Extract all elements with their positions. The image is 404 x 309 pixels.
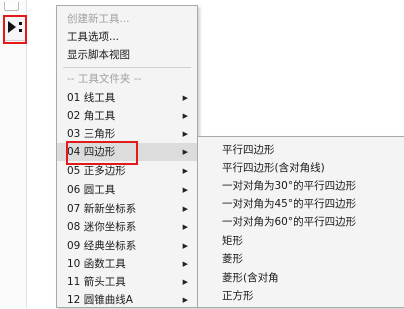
folder-label: 09 经典坐标系 [67,240,137,252]
submenu-item-parallelogram-diagonals[interactable]: 平行四边形(含对角线) [198,159,403,177]
submenu-arrow-icon: ▶ [182,148,188,156]
quadrilateral-submenu: 平行四边形 平行四边形(含对角线) 一对对角为30°的平行四边形 一对对角为45… [197,136,404,308]
play-menu-icon [8,21,22,33]
submenu-arrow-icon: ▶ [182,112,188,120]
submenu-arrow-icon: ▶ [182,223,188,231]
folder-item-08[interactable]: 08 迷你坐标系 ▶ [57,218,197,236]
submenu-item-parallelogram-30[interactable]: 一对对角为30°的平行四边形 [198,177,403,195]
submenu-item-parallelogram[interactable]: 平行四边形 [198,141,403,159]
submenu-arrow-icon: ▶ [182,130,188,138]
folder-item-09[interactable]: 09 经典坐标系 ▶ [57,237,197,255]
folder-label: 10 函数工具 [67,258,126,270]
folder-item-01[interactable]: 01 线工具 ▶ [57,89,197,107]
custom-tools-menu: 创建新工具... 工具选项... 显示脚本视图 -- 工具文件夹 -- 01 线… [56,5,198,308]
menu-separator [63,67,191,68]
folder-item-03[interactable]: 03 三角形 ▶ [57,125,197,143]
folder-item-12[interactable]: 12 圆锥曲线A ▶ [57,291,197,309]
folder-item-07[interactable]: 07 新新坐标系 ▶ [57,200,197,218]
submenu-arrow-icon: ▶ [182,260,188,268]
toolbox-strip [0,0,27,308]
submenu-arrow-icon: ▶ [182,94,188,102]
folder-label: 12 圆锥曲线A [67,294,133,306]
folder-item-10[interactable]: 10 函数工具 ▶ [57,255,197,273]
folder-item-04[interactable]: 04 四边形 ▶ [57,143,197,161]
folder-item-11[interactable]: 11 箭头工具 ▶ [57,273,197,291]
folder-label: 03 三角形 [67,128,116,140]
create-new-tool-item: 创建新工具... [67,13,130,25]
folder-item-05[interactable]: 05 正多边形 ▶ [57,162,197,180]
folder-item-02[interactable]: 02 角工具 ▶ [57,107,197,125]
tool-options-item[interactable]: 工具选项... [57,28,197,46]
tool-top-icon[interactable] [4,2,19,11]
folder-label: 06 圆工具 [67,184,116,196]
submenu-item-rectangle[interactable]: 矩形 [198,232,403,250]
tool-folder-section-label: -- 工具文件夹 -- [67,73,142,85]
submenu-item-parallelogram-60[interactable]: 一对对角为60°的平行四边形 [198,213,403,231]
submenu-item-parallelogram-45[interactable]: 一对对角为45°的平行四边形 [198,195,403,213]
submenu-item-rhombus-diagonals[interactable]: 菱形(含对角 [198,269,403,287]
folder-label: 04 四边形 [67,146,116,158]
submenu-item-rhombus[interactable]: 菱形 [198,250,403,268]
submenu-arrow-icon: ▶ [182,296,188,304]
custom-tools-button[interactable] [4,15,26,41]
show-script-view-item[interactable]: 显示脚本视图 [57,46,197,64]
submenu-arrow-icon: ▶ [182,205,188,213]
submenu-arrow-icon: ▶ [182,278,188,286]
folder-label: 11 箭头工具 [67,276,126,288]
folder-label: 02 角工具 [67,110,116,122]
folder-label: 08 迷你坐标系 [67,221,137,233]
folder-label: 01 线工具 [67,92,116,104]
submenu-arrow-icon: ▶ [182,167,188,175]
folder-label: 07 新新坐标系 [67,203,137,215]
folder-label: 05 正多边形 [67,165,126,177]
submenu-arrow-icon: ▶ [182,242,188,250]
folder-item-06[interactable]: 06 圆工具 ▶ [57,181,197,199]
submenu-arrow-icon: ▶ [182,186,188,194]
submenu-item-square[interactable]: 正方形 [198,287,403,305]
